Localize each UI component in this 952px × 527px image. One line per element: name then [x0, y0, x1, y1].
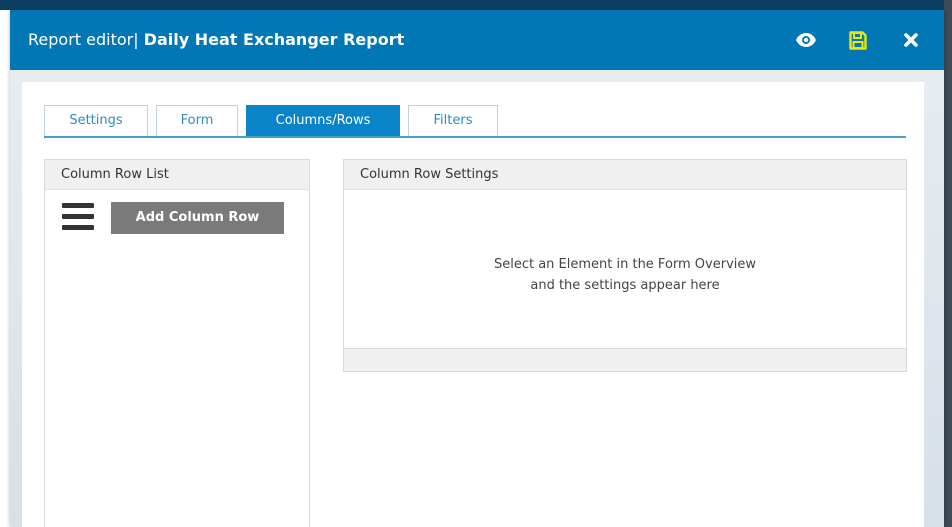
empty-message-line-2: and the settings appear here — [530, 278, 720, 293]
tab-settings[interactable]: Settings — [44, 105, 148, 136]
dialog-titlebar: Report editor| Daily Heat Exchanger Repo… — [10, 10, 944, 70]
settings-footer — [344, 348, 906, 371]
close-icon — [904, 33, 918, 47]
settings-empty-message: Select an Element in the Form Overview a… — [344, 254, 906, 296]
window-right-edge — [944, 0, 952, 527]
window-top-edge — [0, 0, 952, 10]
dialog-title: Report editor| Daily Heat Exchanger Repo… — [28, 30, 404, 50]
editor-content: Settings Form Columns/Rows Filters Colum… — [22, 82, 924, 527]
empty-message-line-1: Select an Element in the Form Overview — [493, 257, 757, 272]
column-row-list-header: Column Row List — [45, 160, 309, 190]
report-editor-dialog: Report editor| Daily Heat Exchanger Repo… — [10, 10, 944, 527]
tab-underline — [44, 136, 906, 138]
save-button[interactable] — [844, 26, 872, 54]
column-row-settings-panel: Column Row Settings Select an Element in… — [343, 159, 907, 372]
save-icon — [849, 30, 867, 50]
tab-bar: Settings Form Columns/Rows Filters — [44, 105, 506, 137]
column-row-list-panel: Column Row List Add Column Row — [44, 159, 310, 527]
close-button[interactable] — [897, 26, 925, 54]
dialog-body: Settings Form Columns/Rows Filters Colum… — [10, 70, 944, 527]
dialog-title-prefix: Report editor| — [28, 30, 139, 49]
column-row-settings-header: Column Row Settings — [344, 160, 906, 190]
preview-button[interactable] — [792, 26, 820, 54]
eye-icon — [796, 33, 816, 47]
hamburger-icon[interactable] — [62, 203, 94, 231]
tab-columns-rows[interactable]: Columns/Rows — [246, 105, 400, 136]
add-column-row-button[interactable]: Add Column Row — [111, 202, 284, 234]
report-name: Daily Heat Exchanger Report — [143, 30, 405, 49]
tab-form[interactable]: Form — [156, 105, 238, 136]
tab-filters[interactable]: Filters — [408, 105, 498, 136]
